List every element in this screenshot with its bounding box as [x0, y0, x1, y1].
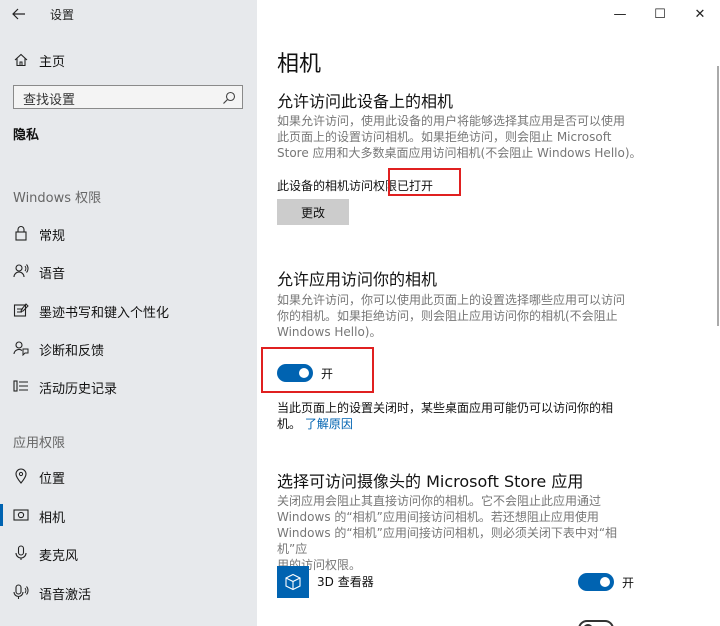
sidebar-item-label: 诊断和反馈: [39, 344, 105, 359]
maximize-button[interactable]: ☐: [640, 0, 680, 28]
active-indicator: [0, 504, 3, 526]
inking-icon: [13, 302, 29, 318]
sidebar-item-label: 位置: [39, 472, 66, 487]
titlebar-left: 设置: [0, 0, 257, 30]
section-description: 关闭应用会阻止其直接访问你的相机。它不会阻止此应用通过 Windows 的“相机…: [277, 493, 647, 573]
back-arrow-icon: [12, 8, 25, 20]
app-name: 3D 查看器: [317, 575, 374, 589]
note-line: 当此页面上的设置关闭时，某些桌面应用可能仍可以访问你的相: [277, 401, 614, 415]
description-line: 关闭应用会阻止其直接访问你的相机。它不会阻止此应用通过: [277, 494, 602, 508]
microphone-icon: [13, 545, 29, 561]
speech-icon: [13, 263, 29, 279]
location-icon: [13, 468, 29, 484]
app-access-toggle[interactable]: [277, 364, 313, 382]
section-heading-store-apps: 选择可访问摄像头的 Microsoft Store 应用: [277, 472, 584, 491]
app-permissions-header: 应用权限: [13, 436, 66, 451]
section-description: 如果允许访问，你可以使用此页面上的设置选择哪些应用可以访问 你的相机。如果拒绝访…: [277, 292, 647, 340]
sidebar-item-location[interactable]: 位置: [0, 461, 257, 491]
camera-icon: [13, 507, 29, 523]
description-line: 你的相机。如果拒绝访问，则会阻止应用访问你的相机(不会阻止: [277, 309, 618, 323]
scroll-thumb[interactable]: [717, 66, 719, 326]
sidebar-item-label: 麦克风: [39, 549, 79, 564]
home-icon: [13, 52, 29, 68]
section-heading-device-access: 允许访问此设备上的相机: [277, 92, 454, 111]
sidebar-item-inking[interactable]: 墨迹书写和键入个性化: [0, 295, 257, 325]
description-line: 如果允许访问，你可以使用此页面上的设置选择哪些应用可以访问: [277, 293, 626, 307]
section-description: 如果允许访问，使用此设备的用户将能够选择其应用是否可以使用 此页面上的设置访问相…: [277, 113, 647, 161]
sidebar: 设置 主页 查找设置 隐私 Windows 权限 常规 语音 墨迹书写和键入个性…: [0, 0, 257, 626]
description-line: 如果允许访问，使用此设备的用户将能够选择其应用是否可以使用: [277, 114, 626, 128]
learn-more-link[interactable]: 了解原因: [305, 417, 353, 431]
lock-icon: [13, 225, 29, 241]
change-button[interactable]: 更改: [277, 199, 349, 225]
back-button[interactable]: [8, 5, 30, 25]
sidebar-item-voice-activation[interactable]: 语音激活: [0, 577, 257, 607]
sidebar-item-label: 墨迹书写和键入个性化: [39, 306, 170, 321]
app-toggle-next[interactable]: [578, 620, 614, 626]
desktop-apps-note: 当此页面上的设置关闭时，某些桌面应用可能仍可以访问你的相 机。 了解原因: [277, 400, 647, 432]
sidebar-item-speech[interactable]: 语音: [0, 256, 257, 286]
feedback-icon: [13, 340, 29, 356]
scrollbar[interactable]: [716, 30, 720, 626]
note-prefix: 机。: [277, 417, 302, 431]
sidebar-item-activity-history[interactable]: 活动历史记录: [0, 371, 257, 401]
minimize-button[interactable]: —: [600, 0, 640, 28]
sidebar-item-label: 语音: [39, 267, 66, 282]
sidebar-item-home[interactable]: 主页: [0, 46, 257, 74]
app-toggle-3d-viewer[interactable]: [578, 573, 614, 591]
description-line: Windows Hello)。: [277, 325, 382, 339]
sidebar-item-label: 常规: [39, 229, 66, 244]
sidebar-item-label: 相机: [39, 511, 66, 526]
activity-history-icon: [13, 378, 29, 394]
description-line: 此页面上的设置访问相机。如果拒绝访问，则会阻止 Microsoft: [277, 130, 612, 144]
sidebar-item-label: 语音激活: [39, 588, 92, 603]
sidebar-item-camera[interactable]: 相机: [0, 500, 257, 530]
description-line: Store 应用和大多数桌面应用访问相机(不会阻止 Windows Hello)…: [277, 146, 642, 160]
sidebar-item-microphone[interactable]: 麦克风: [0, 538, 257, 568]
window-controls: — ☐ ✕: [600, 0, 720, 30]
description-line: Windows 的“相机”应用间接访问相机。若还想阻止应用使用: [277, 510, 599, 524]
sidebar-item-diagnostics[interactable]: 诊断和反馈: [0, 333, 257, 363]
toggle-label: 开: [622, 576, 635, 590]
3d-viewer-icon: [277, 566, 309, 598]
sidebar-current-section: 隐私: [13, 128, 40, 143]
close-button[interactable]: ✕: [680, 0, 720, 28]
sidebar-item-label: 活动历史记录: [39, 382, 118, 397]
highlight-box: [388, 168, 461, 196]
app-title: 设置: [50, 8, 75, 22]
note-line: 机。 了解原因: [277, 416, 647, 432]
page-title: 相机: [277, 52, 322, 77]
sidebar-item-general[interactable]: 常规: [0, 218, 257, 248]
main-content: — ☐ ✕ 相机 允许访问此设备上的相机 如果允许访问，使用此设备的用户将能够选…: [257, 0, 720, 626]
search-input[interactable]: 查找设置: [13, 85, 243, 109]
voice-activation-icon: [13, 584, 29, 600]
sidebar-item-label: 主页: [39, 55, 66, 70]
search-placeholder: 查找设置: [23, 93, 76, 108]
status-prefix: 此设备的相机访问权限: [277, 179, 398, 193]
windows-permissions-header: Windows 权限: [13, 191, 102, 206]
description-line: Windows 的“相机”应用间接访问相机，则必须关闭下表中对“相机”应: [277, 526, 618, 556]
toggle-label: 开: [321, 367, 334, 381]
search-icon[interactable]: [222, 90, 236, 104]
section-heading-app-access: 允许应用访问你的相机: [277, 270, 438, 289]
